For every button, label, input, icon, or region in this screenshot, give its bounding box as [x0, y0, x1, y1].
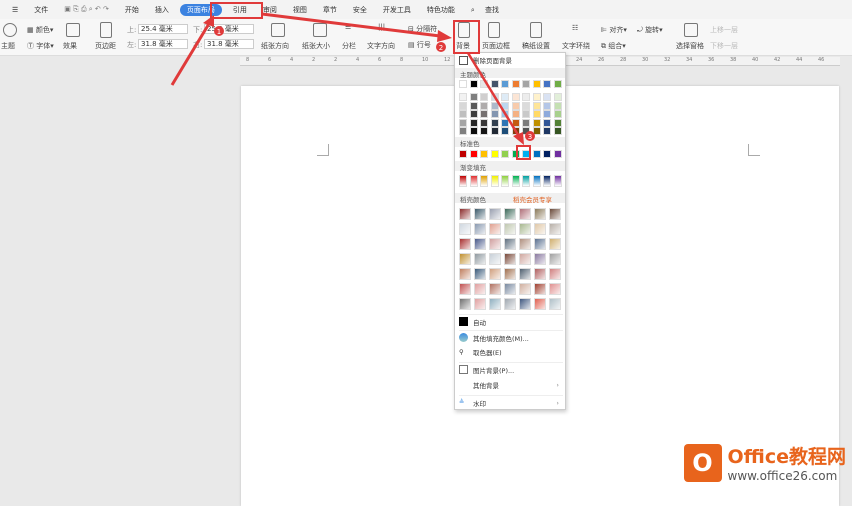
- svg-text:1: 1: [217, 28, 221, 36]
- highlight-box-background: [453, 20, 480, 54]
- arrow-2: [261, 12, 441, 38]
- watermark-logo: O Office教程网 www.office26.com: [683, 442, 847, 483]
- arrow-3: [466, 52, 522, 139]
- logo-brand: Office教程网: [727, 446, 847, 468]
- step-badge-2: 2: [436, 42, 446, 52]
- step-badge-1: 1: [214, 26, 224, 36]
- svg-text:2: 2: [439, 44, 443, 52]
- step-badge-3: 3: [525, 131, 535, 141]
- annotation-overlay: 1 2 3: [170, 2, 535, 160]
- highlight-box-tab: [210, 2, 263, 19]
- arrow-1: [170, 21, 212, 86]
- logo-url: www.office26.com: [727, 469, 838, 483]
- highlight-box-swatch: [516, 145, 531, 160]
- svg-text:3: 3: [528, 133, 532, 141]
- office-logo-icon: O: [683, 443, 722, 482]
